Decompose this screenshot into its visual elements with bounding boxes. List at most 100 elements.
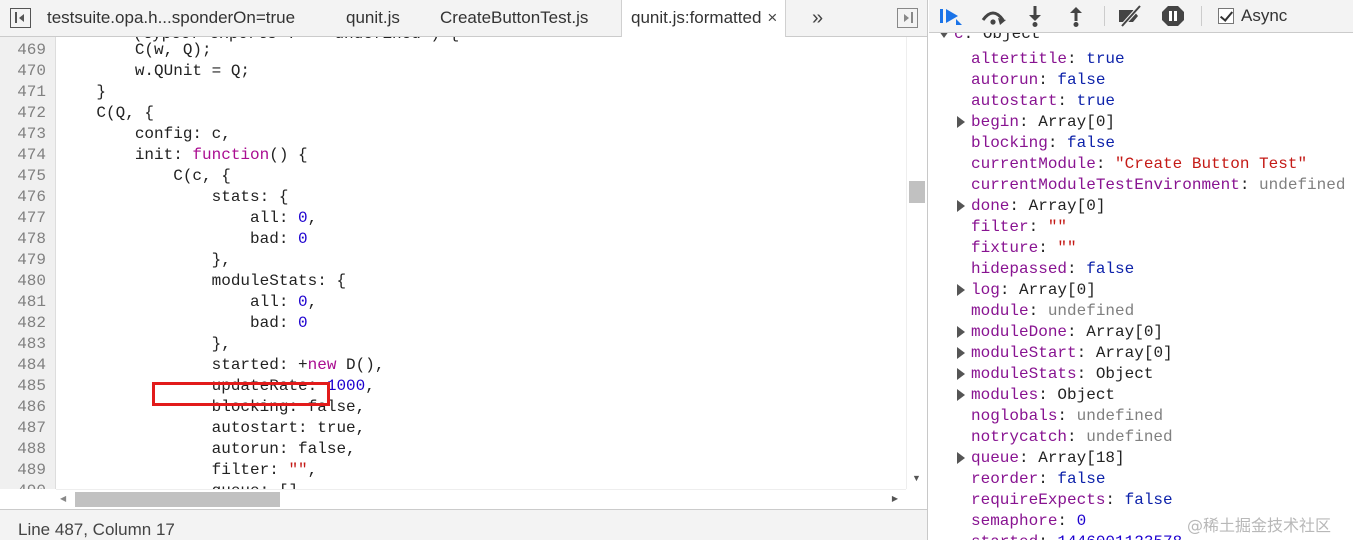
close-tab-icon[interactable]: × [767, 8, 777, 27]
tab-testsuite[interactable]: testsuite.opa.h...sponderOn=true [47, 0, 295, 36]
expand-triangle-icon[interactable] [939, 33, 949, 38]
expand-triangle-icon[interactable] [957, 326, 965, 338]
code-token: init: [58, 146, 193, 164]
prop-value: Object [982, 33, 1041, 43]
toolbar-separator [1201, 6, 1202, 26]
line-number[interactable]: 471 [17, 82, 46, 103]
step-over-icon[interactable] [979, 4, 1007, 28]
tab-qunit-formatted[interactable]: qunit.js:formatted × [621, 0, 787, 37]
line-number[interactable]: 474 [17, 145, 46, 166]
line-number[interactable]: 476 [17, 187, 46, 208]
code-editor[interactable]: (typeof exports !== "undefined") { C(w, … [56, 37, 906, 489]
tab-label: qunit.js:formatted [631, 8, 762, 27]
scope-property-row[interactable]: blocking: false [929, 133, 1353, 154]
debugger-sidebar-toggle-icon[interactable] [897, 8, 918, 28]
scroll-right-icon[interactable]: ▶ [892, 494, 898, 503]
scope-property-row[interactable]: requireExpects: false [929, 490, 1353, 511]
line-number[interactable]: 490 [17, 481, 46, 489]
scope-property-row[interactable]: done: Array[0] [929, 196, 1353, 217]
scope-property-row[interactable]: autostart: true [929, 91, 1353, 112]
async-checkbox[interactable] [1218, 8, 1234, 24]
scope-property-row[interactable]: hidepassed: false [929, 259, 1353, 280]
expand-triangle-icon[interactable] [957, 284, 965, 296]
deactivate-breakpoints-icon[interactable] [1116, 4, 1144, 28]
step-out-icon[interactable] [1062, 4, 1090, 28]
scope-property-row[interactable]: queue: Array[18] [929, 448, 1353, 469]
tab-createbuttontest[interactable]: CreateButtonTest.js [440, 0, 588, 36]
prop-value: Array[0] [1086, 323, 1164, 341]
expand-triangle-icon[interactable] [957, 368, 965, 380]
code-line: bad: 0 [58, 229, 308, 250]
line-number[interactable]: 482 [17, 313, 46, 334]
expand-triangle-icon[interactable] [957, 347, 965, 359]
step-into-icon[interactable] [1021, 4, 1049, 28]
line-number[interactable]: 470 [17, 61, 46, 82]
line-number[interactable]: 480 [17, 271, 46, 292]
line-number[interactable]: 472 [17, 103, 46, 124]
tab-label: qunit.js [346, 8, 400, 27]
scope-property-row[interactable]: moduleStats: Object [929, 364, 1353, 385]
scope-root-row[interactable]: c: Object [929, 33, 1353, 45]
scope-property-row[interactable]: moduleStart: Array[0] [929, 343, 1353, 364]
code-token: C(w, Q); [58, 41, 212, 59]
code-token: function [192, 146, 270, 164]
scope-property: log: Array[0] [971, 281, 1096, 299]
scope-property-row[interactable]: modules: Object [929, 385, 1353, 406]
expand-triangle-icon[interactable] [957, 389, 965, 401]
code-token: bad: [58, 314, 299, 332]
line-number[interactable]: 489 [17, 460, 46, 481]
pause-on-exceptions-icon[interactable] [1159, 4, 1187, 28]
scope-property-row[interactable]: moduleDone: Array[0] [929, 322, 1353, 343]
scope-property-row[interactable]: currentModule: "Create Button Test" [929, 154, 1353, 175]
scope-property: hidepassed: false [971, 260, 1135, 278]
scope-property-row[interactable]: fixture: "" [929, 238, 1353, 259]
navigator-toggle-icon[interactable] [10, 8, 31, 28]
code-line: config: c, [58, 124, 231, 145]
code-line: all: 0, [58, 208, 317, 229]
scope-property-row[interactable]: module: undefined [929, 301, 1353, 322]
scope-property-row[interactable]: log: Array[0] [929, 280, 1353, 301]
code-line: C(w, Q); [58, 40, 212, 61]
line-number[interactable]: 481 [17, 292, 46, 313]
editor-tab-bar: testsuite.opa.h...sponderOn=true qunit.j… [0, 0, 927, 37]
prop-key: currentModule [971, 155, 1096, 173]
expand-triangle-icon[interactable] [957, 116, 965, 128]
scope-root-label: c: Object [954, 33, 1040, 45]
prop-value: Array[0] [1019, 281, 1096, 299]
scope-property-row[interactable]: notrycatch: undefined [929, 427, 1353, 448]
line-number[interactable]: 487 [17, 418, 46, 439]
resume-icon[interactable] [937, 4, 965, 28]
scope-property-row[interactable]: begin: Array[0] [929, 112, 1353, 133]
scrollbar-thumb[interactable] [909, 181, 925, 203]
line-number[interactable]: 475 [17, 166, 46, 187]
scope-property-row[interactable]: autorun: false [929, 70, 1353, 91]
code-token: 0 [298, 293, 308, 311]
more-tabs-icon[interactable]: » [812, 0, 823, 36]
code-token: bad: [58, 230, 299, 248]
line-number[interactable]: 488 [17, 439, 46, 460]
scrollbar-thumb[interactable] [75, 492, 280, 507]
tab-qunit[interactable]: qunit.js [346, 0, 400, 36]
line-number[interactable]: 483 [17, 334, 46, 355]
line-number[interactable]: 479 [17, 250, 46, 271]
scope-property-row[interactable]: currentModuleTestEnvironment: undefined [929, 175, 1353, 196]
vertical-scrollbar[interactable]: ▼ [906, 37, 927, 489]
scope-property-row[interactable]: reorder: false [929, 469, 1353, 490]
scope-property-row[interactable]: altertitle: true [929, 49, 1353, 70]
horizontal-scrollbar[interactable]: ◀ ▶ [56, 489, 906, 509]
expand-triangle-icon[interactable] [957, 200, 965, 212]
code-token: w.QUnit = Q; [58, 62, 251, 80]
line-number[interactable]: 484 [17, 355, 46, 376]
prop-value: undefined [1086, 428, 1173, 446]
line-number[interactable]: 477 [17, 208, 46, 229]
scroll-down-icon[interactable]: ▼ [912, 473, 921, 483]
expand-triangle-icon[interactable] [957, 452, 965, 464]
line-number[interactable]: 473 [17, 124, 46, 145]
line-number[interactable]: 486 [17, 397, 46, 418]
scope-property-row[interactable]: noglobals: undefined [929, 406, 1353, 427]
line-number[interactable]: 469 [17, 40, 46, 61]
scope-property-row[interactable]: filter: "" [929, 217, 1353, 238]
line-number[interactable]: 485 [17, 376, 46, 397]
scroll-left-icon[interactable]: ◀ [60, 494, 66, 503]
line-number[interactable]: 478 [17, 229, 46, 250]
